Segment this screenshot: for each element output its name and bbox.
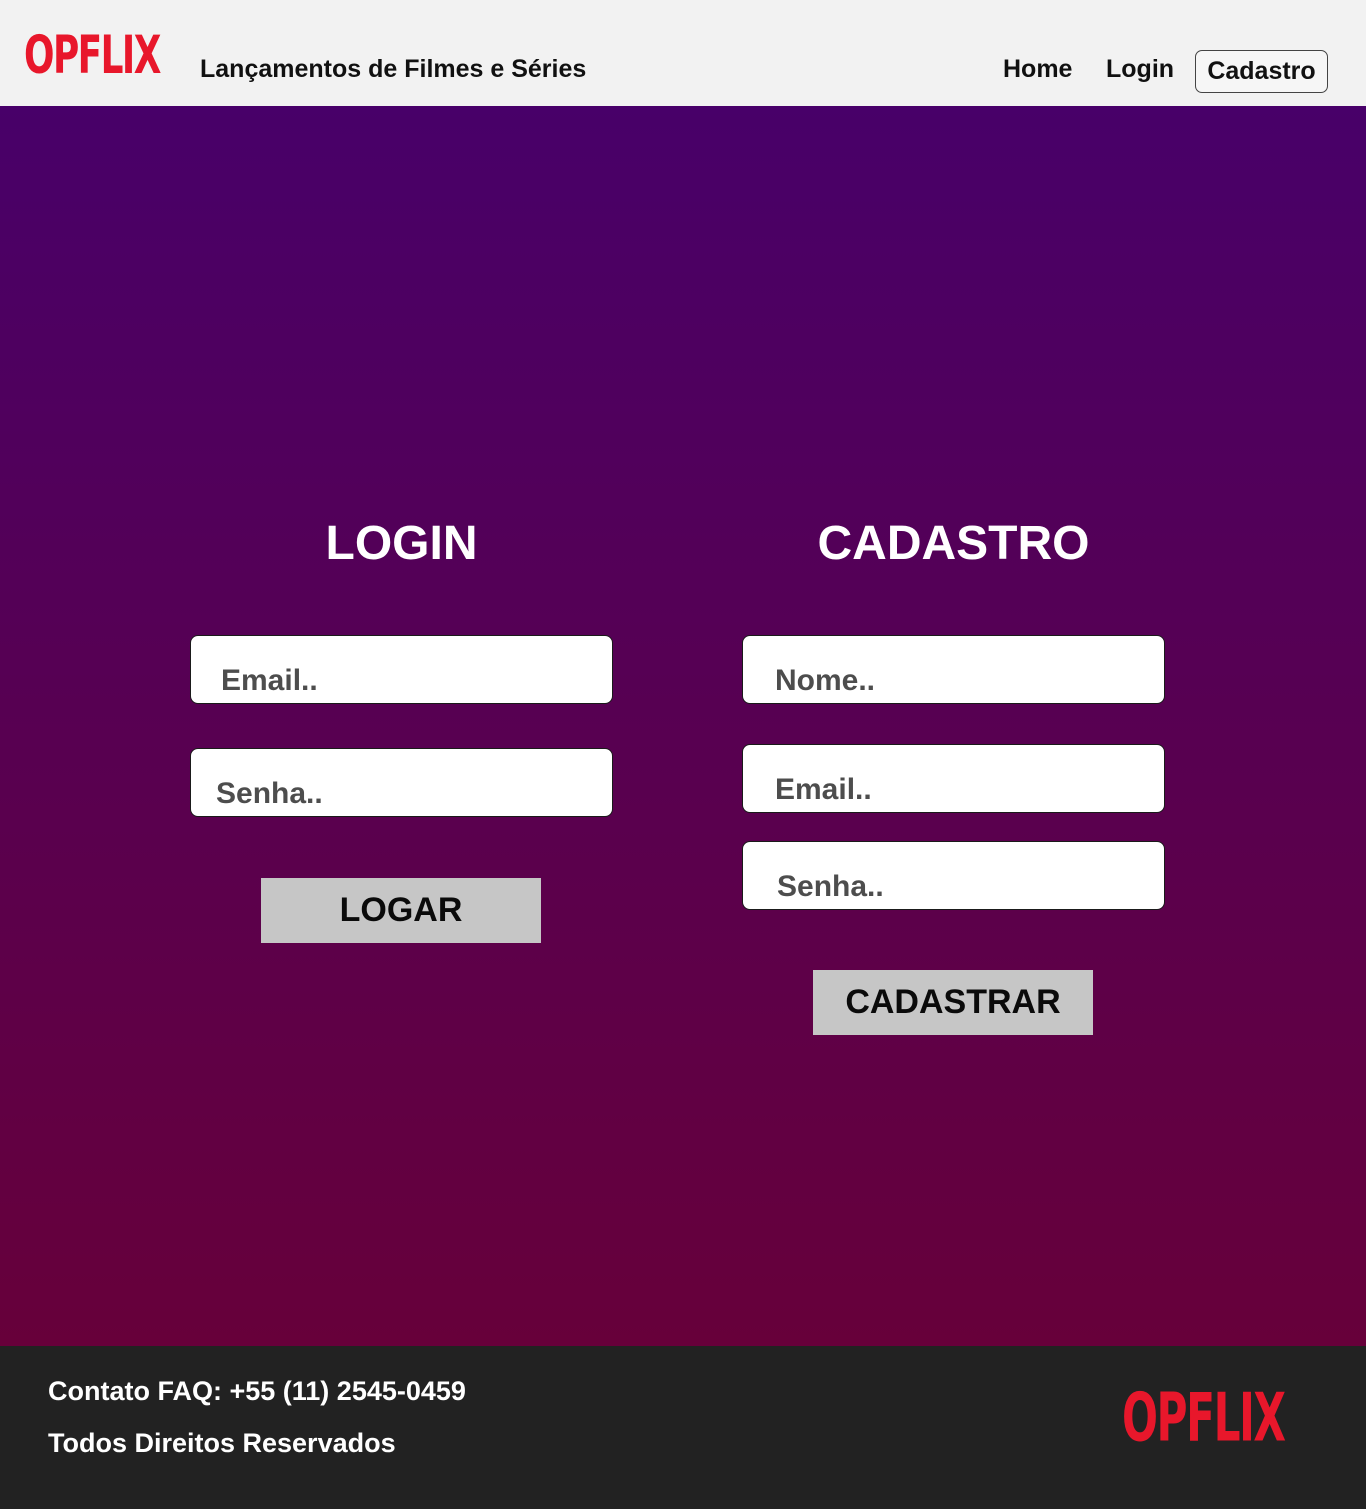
nav-login-link[interactable]: Login [1106,55,1174,84]
top-header: OPFLIX Lançamentos de Filmes e Séries Ho… [0,0,1366,106]
login-email-placeholder: Email.. [221,664,318,697]
login-title: LOGIN [325,517,478,570]
cadastro-password-placeholder: Senha.. [777,870,884,903]
login-password-input[interactable]: Senha.. [190,748,613,817]
footer-contact: Contato FAQ: +55 (11) 2545-0459 [48,1376,466,1406]
cadastro-title: CADASTRO [817,517,1090,570]
cadastro-name-input[interactable]: Nome.. [742,635,1165,704]
footer-opflix-logo: OPFLIX [1122,1378,1286,1457]
page-footer: Contato FAQ: +55 (11) 2545-0459 Todos Di… [0,1346,1366,1509]
login-email-input[interactable]: Email.. [190,635,613,704]
site-tagline: Lançamentos de Filmes e Séries [200,55,587,83]
nav-cadastro-link[interactable]: Cadastro [1195,50,1328,93]
cadastro-email-input[interactable]: Email.. [742,744,1165,813]
logar-button[interactable]: LOGAR [261,878,541,943]
main-content: LOGIN Email.. Senha.. LOGAR CADASTRO Nom… [0,106,1366,1346]
nav-home-link[interactable]: Home [1003,55,1072,84]
cadastro-name-placeholder: Nome.. [775,664,876,697]
cadastrar-button[interactable]: CADASTRAR [813,970,1093,1035]
opflix-logo[interactable]: OPFLIX [24,28,161,81]
login-password-placeholder: Senha.. [216,777,323,810]
cadastro-password-input[interactable]: Senha.. [742,841,1165,910]
footer-rights: Todos Direitos Reservados [48,1428,396,1458]
cadastro-email-placeholder: Email.. [775,773,872,806]
